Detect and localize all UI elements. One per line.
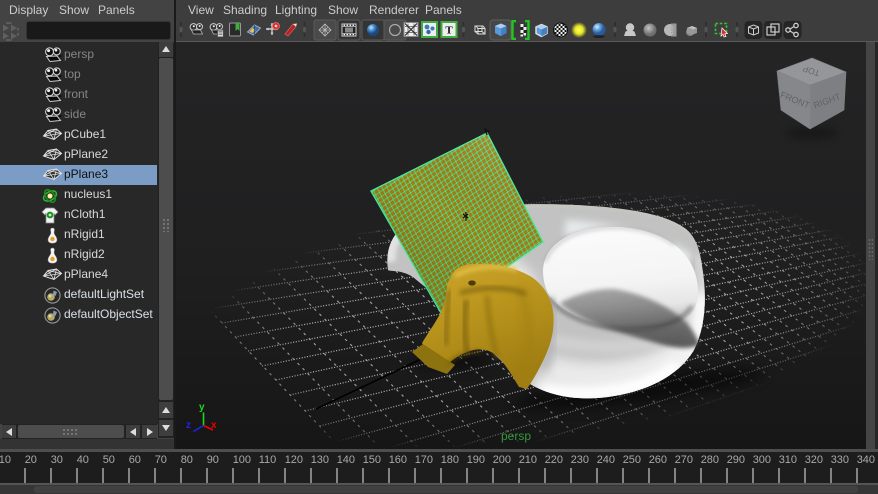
svg-text:T: T xyxy=(445,25,453,37)
svg-text:y: y xyxy=(199,402,205,413)
svg-text:z: z xyxy=(186,420,191,431)
svg-text:persp: persp xyxy=(501,429,531,443)
svg-text:x: x xyxy=(211,420,217,431)
